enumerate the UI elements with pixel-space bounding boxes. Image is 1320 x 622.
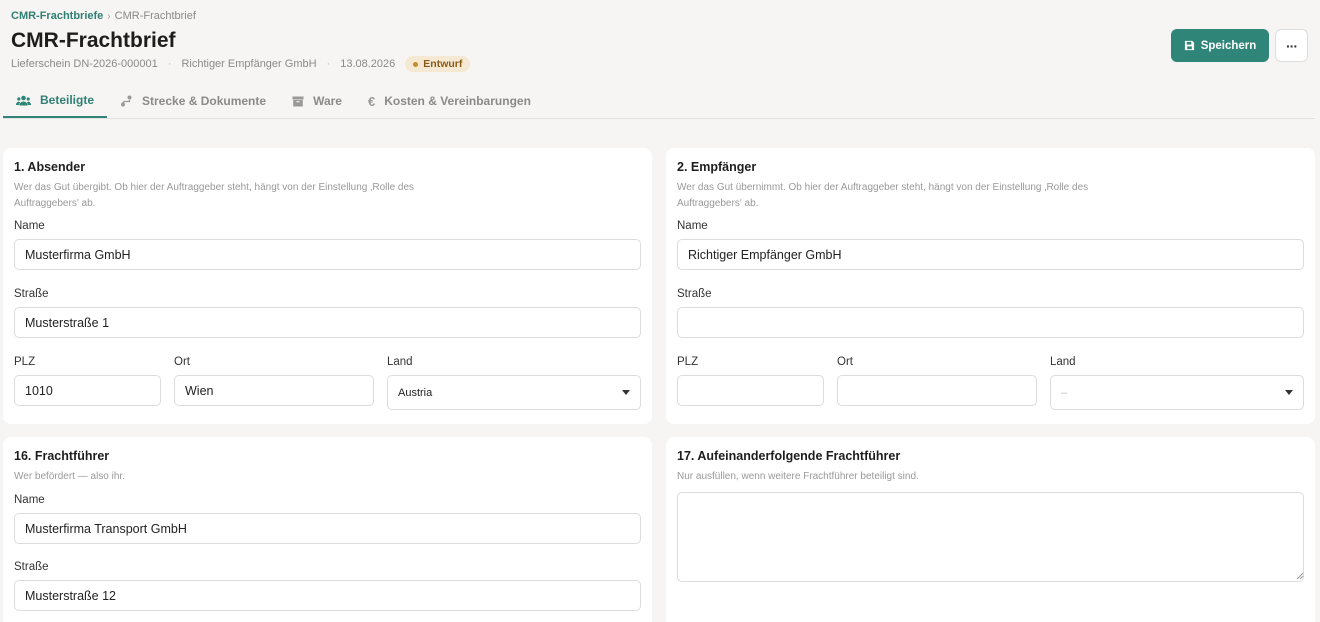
page-title: CMR-Frachtbrief (11, 29, 176, 52)
tab-beteiligte[interactable]: Beteiligte (3, 84, 108, 118)
meta-separator: · (167, 58, 172, 70)
field-label: Straße (14, 288, 49, 300)
sender-country-field: Land Austria (387, 356, 641, 410)
sender-country-select[interactable]: Austria (387, 375, 641, 410)
breadcrumb-parent-link[interactable]: CMR-Frachtbriefe (11, 10, 103, 22)
status-dot-icon (413, 61, 419, 67)
recipient-card: 2. Empfänger Wer das Gut übernimmt. Ob h… (666, 148, 1315, 424)
recipient-name-field: Name Richtiger Empfänger GmbH (677, 220, 1304, 270)
sender-name-input[interactable]: Musterfirma GmbH (14, 239, 641, 270)
more-options-button[interactable]: ··· (1275, 29, 1308, 62)
field-label: Land (387, 356, 413, 368)
field-label: Straße (14, 561, 49, 573)
breadcrumb: CMR-Frachtbriefe › CMR-Frachtbrief (11, 10, 196, 22)
carrier-name-input[interactable]: Musterfirma Transport GmbH (14, 513, 641, 544)
chevron-down-icon (622, 390, 630, 395)
euro-icon: € (367, 93, 376, 109)
card-title: 17. Aufeinanderfolgende Frachtführer (677, 449, 901, 463)
save-button-label: Speichern (1200, 39, 1257, 52)
recipient-ref: Richtiger Empfänger GmbH (181, 58, 317, 70)
successive-carriers-card: 17. Aufeinanderfolgende Frachtführer Nur… (666, 437, 1315, 622)
sender-street-input[interactable]: Musterstraße 1 (14, 307, 641, 338)
field-label: Name (14, 220, 45, 232)
recipient-zip-field: PLZ (677, 356, 824, 406)
sender-zip-field: PLZ 1010 (14, 356, 161, 406)
successive-carriers-textarea[interactable] (677, 492, 1304, 582)
tab-kosten-vereinbarungen[interactable]: € Kosten & Vereinbarungen (355, 84, 544, 118)
carrier-street-field: Straße Musterstraße 12 (14, 561, 641, 611)
card-title: 2. Empfänger (677, 160, 757, 174)
recipient-name-input[interactable]: Richtiger Empfänger GmbH (677, 239, 1304, 270)
tab-label: Ware (313, 94, 342, 108)
field-label: Ort (174, 356, 190, 368)
recipient-country-field: Land – (1050, 356, 1304, 410)
sender-city-field: Ort Wien (174, 356, 374, 406)
selected-value: – (1061, 386, 1068, 399)
status-label: Entwurf (423, 58, 463, 70)
field-label: PLZ (14, 356, 36, 368)
breadcrumb-current: CMR-Frachtbrief (114, 10, 196, 22)
tab-bar: Beteiligte Strecke & Dokumente Ware € Ko… (3, 84, 1315, 119)
document-date: 13.08.2026 (340, 58, 396, 70)
card-title: 1. Absender (14, 160, 86, 174)
document-meta: Lieferschein DN-2026-000001 · Richtiger … (11, 56, 471, 72)
field-label: Ort (837, 356, 853, 368)
card-title: 16. Frachtführer (14, 449, 110, 463)
tab-strecke-dokumente[interactable]: Strecke & Dokumente (107, 84, 279, 118)
selected-value: Austria (398, 386, 433, 399)
breadcrumb-separator: › (107, 10, 111, 22)
sender-name-field: Name Musterfirma GmbH (14, 220, 641, 270)
field-label: Name (14, 494, 45, 506)
save-button[interactable]: Speichern (1171, 29, 1269, 62)
sender-card: 1. Absender Wer das Gut übergibt. Ob hie… (3, 148, 652, 424)
users-icon (16, 95, 31, 105)
route-icon (121, 95, 132, 107)
tab-label: Beteiligte (40, 93, 95, 107)
field-label: Land (1050, 356, 1076, 368)
card-description: Nur ausfüllen, wenn weitere Frachtführer… (677, 471, 919, 482)
recipient-street-input[interactable] (677, 307, 1304, 338)
box-icon (292, 96, 304, 106)
meta-separator: · (326, 58, 331, 70)
delivery-note-ref: Lieferschein DN-2026-000001 (11, 58, 158, 70)
recipient-street-field: Straße (677, 288, 1304, 338)
carrier-name-field: Name Musterfirma Transport GmbH (14, 494, 641, 544)
sender-street-field: Straße Musterstraße 1 (14, 288, 641, 338)
tab-label: Kosten & Vereinbarungen (384, 94, 531, 108)
recipient-zip-input[interactable] (677, 375, 824, 406)
field-label: Straße (677, 288, 712, 300)
card-description: Wer das Gut übergibt. Ob hier der Auftra… (14, 182, 415, 209)
recipient-city-input[interactable] (837, 375, 1037, 406)
tab-ware[interactable]: Ware (279, 84, 355, 118)
recipient-country-select[interactable]: – (1050, 375, 1304, 410)
resize-handle-icon[interactable] (1296, 572, 1304, 580)
card-description: Wer das Gut übernimmt. Ob hier der Auftr… (677, 182, 1089, 209)
status-badge: Entwurf (405, 56, 471, 72)
sender-zip-input[interactable]: 1010 (14, 375, 161, 406)
field-label: Name (677, 220, 708, 232)
chevron-down-icon (1285, 390, 1293, 395)
carrier-card: 16. Frachtführer Wer befördert — also ih… (3, 437, 652, 622)
sender-city-input[interactable]: Wien (174, 375, 374, 406)
tab-label: Strecke & Dokumente (142, 94, 267, 108)
card-description: Wer befördert — also ihr. (14, 471, 125, 482)
floppy-disk-icon (1184, 40, 1194, 51)
recipient-city-field: Ort (837, 356, 1037, 406)
field-label: PLZ (677, 356, 699, 368)
carrier-street-input[interactable]: Musterstraße 12 (14, 580, 641, 611)
